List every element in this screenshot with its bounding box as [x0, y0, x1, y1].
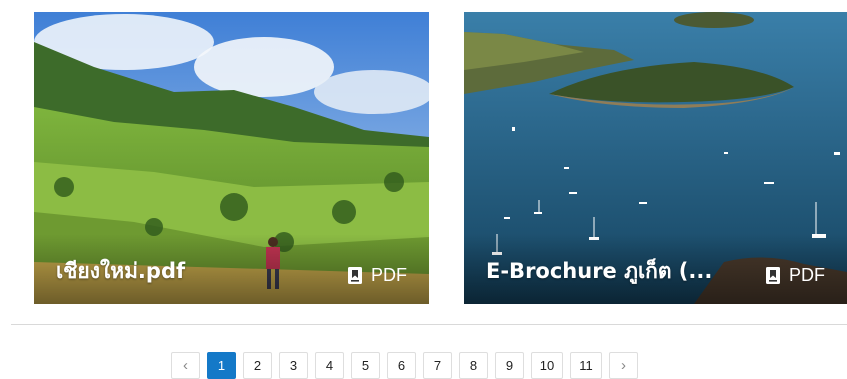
page-button-6[interactable]: 6 [387, 352, 416, 379]
bookmark-document-icon [766, 267, 780, 284]
card-file-type: PDF [347, 265, 407, 286]
pagination: ‹ 1 2 3 4 5 6 7 8 9 10 11 › [171, 352, 638, 379]
bookmark-document-icon [348, 267, 362, 284]
document-card-chiangmai[interactable]: เชียงใหม่.pdf PDF [34, 12, 429, 304]
document-card-phuket[interactable]: E-Brochure ภูเก็ต (... PDF [464, 12, 847, 304]
page-button-3[interactable]: 3 [279, 352, 308, 379]
page-button-9[interactable]: 9 [495, 352, 524, 379]
card-type-label: PDF [371, 265, 407, 285]
card-title: เชียงใหม่.pdf [56, 259, 186, 283]
page-button-2[interactable]: 2 [243, 352, 272, 379]
page-button-10[interactable]: 10 [531, 352, 563, 379]
previous-page-button[interactable]: ‹ [171, 352, 200, 379]
next-page-button[interactable]: › [609, 352, 638, 379]
card-type-label: PDF [789, 265, 825, 285]
card-file-type: PDF [765, 265, 825, 286]
page-button-8[interactable]: 8 [459, 352, 488, 379]
page-button-7[interactable]: 7 [423, 352, 452, 379]
page-button-11[interactable]: 11 [570, 352, 602, 379]
page-button-5[interactable]: 5 [351, 352, 380, 379]
page-button-4[interactable]: 4 [315, 352, 344, 379]
section-divider [11, 324, 847, 325]
card-title: E-Brochure ภูเก็ต (... [486, 259, 713, 283]
page-button-1[interactable]: 1 [207, 352, 236, 379]
